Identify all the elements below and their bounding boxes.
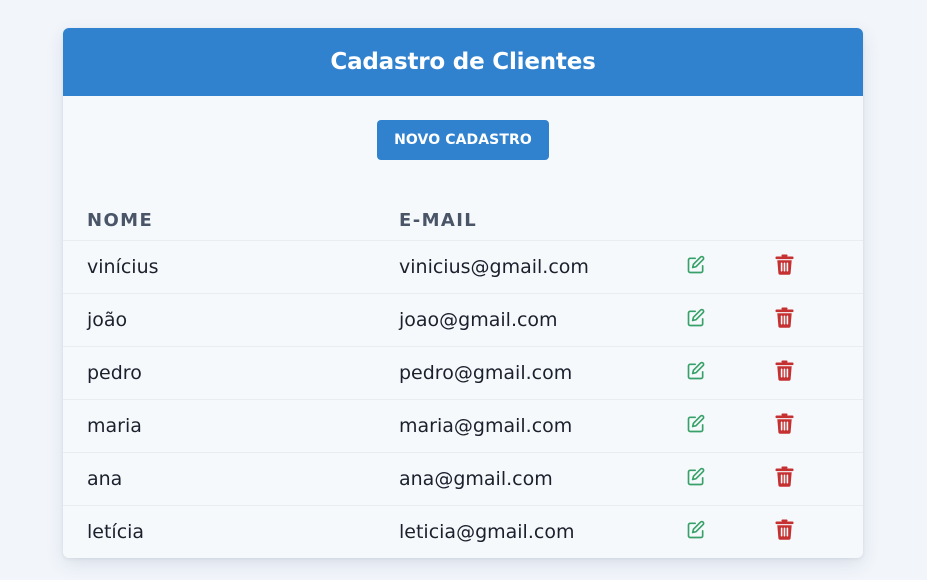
trash-icon[interactable] [773,253,795,275]
table-row: vinícius vinicius@gmail.com [63,240,863,294]
new-client-button[interactable]: NOVO CADASTRO [377,120,549,160]
edit-icon[interactable] [685,254,707,276]
client-name: letícia [87,520,145,543]
table-row: maria maria@gmail.com [63,399,863,453]
table-row: pedro pedro@gmail.com [63,346,863,400]
client-name: maria [63,399,399,453]
delete-cell [773,505,863,558]
column-header-name: NOME [63,208,399,241]
edit-cell [685,240,773,294]
delete-cell [773,293,863,347]
page-title: Cadastro de Clientes [330,49,596,75]
client-name: pedro [63,346,399,400]
client-email: maria@gmail.com [399,399,685,453]
edit-cell [685,346,773,400]
client-email: pedro@gmail.com [399,346,685,400]
edit-cell [685,293,773,347]
delete-cell [773,346,863,400]
client-name: vinícius [63,240,399,294]
client-name: joão [63,293,399,347]
trash-icon[interactable] [773,519,795,541]
client-email: joao@gmail.com [399,293,685,347]
edit-icon[interactable] [685,413,707,435]
edit-icon[interactable] [685,307,707,329]
delete-cell [773,399,863,453]
client-email: leticia@gmail.com [399,520,575,543]
client-email: vinicius@gmail.com [399,240,685,294]
trash-icon[interactable] [773,359,795,381]
edit-cell [685,399,773,453]
table-row: letícia leticia@gmail.com [63,505,863,558]
table-header-row: NOME E-MAIL [63,208,863,241]
column-header-delete [773,208,863,241]
delete-cell [773,240,863,294]
trash-icon[interactable] [773,306,795,328]
table-row: joão joao@gmail.com [63,293,863,347]
clients-card: Cadastro de Clientes NOVO CADASTRO NOME … [63,28,863,558]
edit-icon[interactable] [685,466,707,488]
actions-bar: NOVO CADASTRO [63,96,863,208]
column-header-email: E-MAIL [399,208,685,241]
trash-icon[interactable] [773,412,795,434]
edit-cell [685,505,773,558]
client-email: ana@gmail.com [399,452,685,506]
card-header: Cadastro de Clientes [63,28,863,96]
column-header-edit [685,208,773,241]
client-name: ana [63,452,399,506]
table-row: ana ana@gmail.com [63,452,863,506]
clients-table: NOME E-MAIL vinícius vinicius@gmail.com [63,208,863,558]
edit-icon[interactable] [685,519,707,541]
edit-cell [685,452,773,506]
trash-icon[interactable] [773,465,795,487]
edit-icon[interactable] [685,360,707,382]
delete-cell [773,452,863,506]
